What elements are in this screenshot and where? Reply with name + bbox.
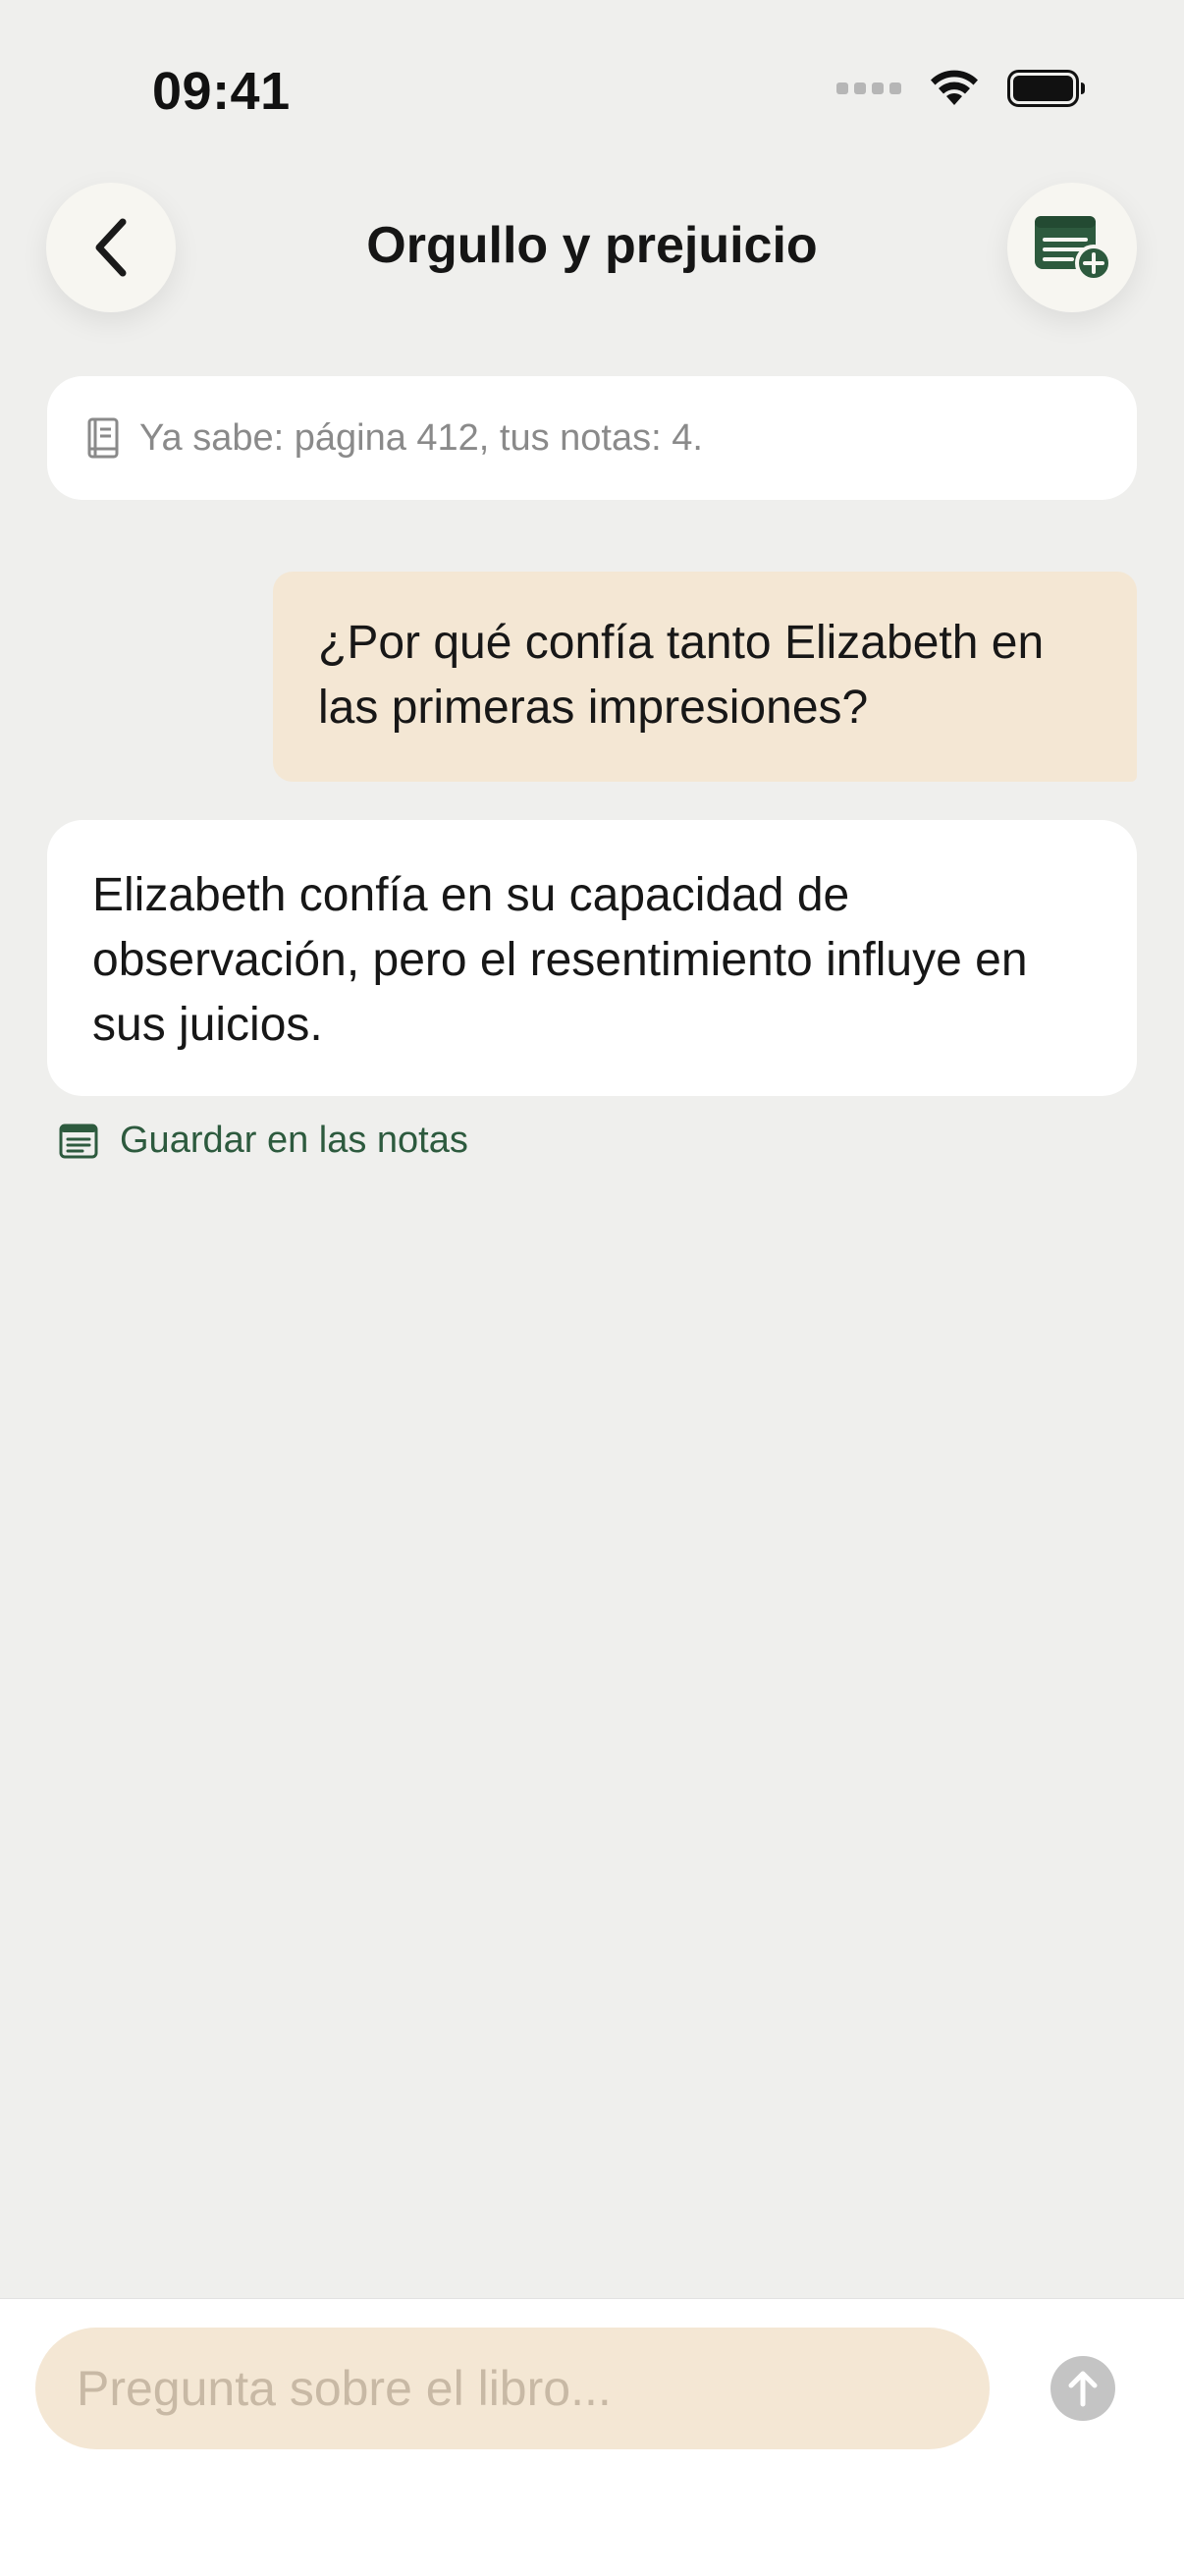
- signal-icon: [836, 82, 901, 94]
- book-icon: [87, 417, 119, 459]
- note-add-icon: [1035, 216, 1112, 282]
- battery-icon: [1007, 70, 1085, 107]
- status-time: 09:41: [152, 62, 291, 121]
- status-icons: [836, 69, 1086, 108]
- context-info-text: Ya sabe: página 412, tus notas: 4.: [139, 416, 703, 459]
- composer-bar: [0, 2298, 1184, 2576]
- note-icon: [59, 1124, 98, 1158]
- send-button[interactable]: [1050, 2356, 1115, 2421]
- save-to-notes-label: Guardar en las notas: [120, 1120, 468, 1161]
- arrow-up-icon: [1068, 2371, 1098, 2407]
- question-input[interactable]: [35, 2328, 990, 2449]
- save-to-notes-button[interactable]: Guardar en las notas: [59, 1120, 468, 1162]
- context-info: Ya sabe: página 412, tus notas: 4.: [47, 376, 1137, 500]
- assistant-message: Elizabeth confía en su capacidad de obse…: [47, 820, 1137, 1096]
- user-message: ¿Por qué confía tanto Elizabeth en las p…: [273, 572, 1137, 782]
- wifi-icon: [931, 70, 978, 105]
- add-note-button[interactable]: [1007, 183, 1137, 312]
